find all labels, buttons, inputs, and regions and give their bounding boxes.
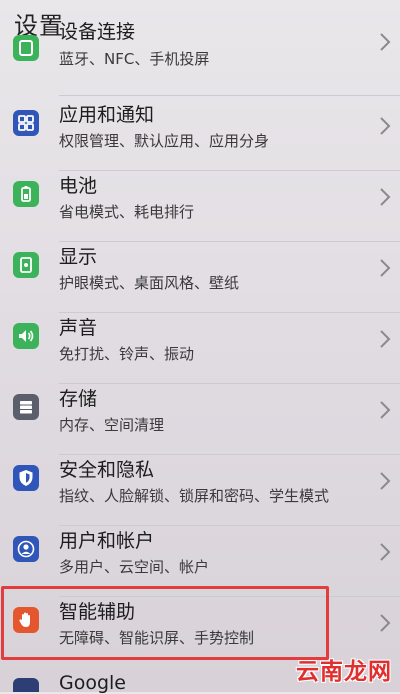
settings-item-subtitle: 蓝牙、NFC、手机投屏 <box>59 50 210 68</box>
settings-item-subtitle: 指纹、人脸解锁、锁屏和密码、学生模式 <box>59 487 330 505</box>
settings-item-title: 应用和通知 <box>59 104 155 126</box>
divider <box>59 95 400 96</box>
chevron-right-icon <box>380 330 391 348</box>
chevron-right-icon <box>380 614 391 632</box>
settings-item-title: 显示 <box>59 246 98 268</box>
settings-item-subtitle: 多用户、云空间、帐户 <box>59 558 210 576</box>
settings-item-apps-notifications[interactable]: 应用和通知 权限管理、默认应用、应用分身 <box>0 100 400 171</box>
settings-item-title: 安全和隐私 <box>59 459 155 481</box>
google-icon <box>13 678 39 692</box>
settings-item-title: 电池 <box>59 175 98 197</box>
settings-item-subtitle: 内存、空间清理 <box>59 416 165 434</box>
settings-item-subtitle: 免打扰、铃声、振动 <box>59 345 195 363</box>
shield-icon <box>13 465 39 491</box>
user-icon <box>13 536 39 562</box>
storage-icon <box>13 394 39 420</box>
settings-item-subtitle: 省电模式、耗电排行 <box>59 203 195 221</box>
settings-item-subtitle: 护眼模式、桌面风格、壁纸 <box>59 274 240 292</box>
display-icon <box>13 252 39 278</box>
settings-item-subtitle: 权限管理、默认应用、应用分身 <box>59 132 270 150</box>
settings-item-security-privacy[interactable]: 安全和隐私 指纹、人脸解锁、锁屏和密码、学生模式 <box>0 455 400 526</box>
settings-item-title: 存储 <box>59 388 98 410</box>
chevron-right-icon <box>380 543 391 561</box>
speaker-icon <box>13 323 39 349</box>
settings-item-title: 用户和帐户 <box>59 530 155 552</box>
chevron-right-icon <box>380 472 391 490</box>
settings-item-device-connection[interactable]: 设备连接 蓝牙、NFC、手机投屏 <box>0 21 400 96</box>
chevron-right-icon <box>380 188 391 206</box>
settings-item-title: 设备连接 <box>59 21 136 43</box>
settings-item-title: 声音 <box>59 317 98 339</box>
chevron-right-icon <box>380 33 391 51</box>
settings-item-storage[interactable]: 存储 内存、空间清理 <box>0 384 400 455</box>
settings-item-battery[interactable]: 电池 省电模式、耗电排行 <box>0 171 400 242</box>
watermark: 云南龙网 <box>296 659 392 685</box>
chevron-right-icon <box>380 117 391 135</box>
highlight-box <box>1 586 329 660</box>
settings-item-sound[interactable]: 声音 免打扰、铃声、振动 <box>0 313 400 384</box>
device-connection-icon <box>13 35 39 61</box>
chevron-right-icon <box>380 259 391 277</box>
settings-item-display[interactable]: 显示 护眼模式、桌面风格、壁纸 <box>0 242 400 313</box>
battery-icon <box>13 181 39 207</box>
apps-grid-icon <box>13 110 39 136</box>
chevron-right-icon <box>380 401 391 419</box>
settings-item-title: Google <box>59 672 127 694</box>
